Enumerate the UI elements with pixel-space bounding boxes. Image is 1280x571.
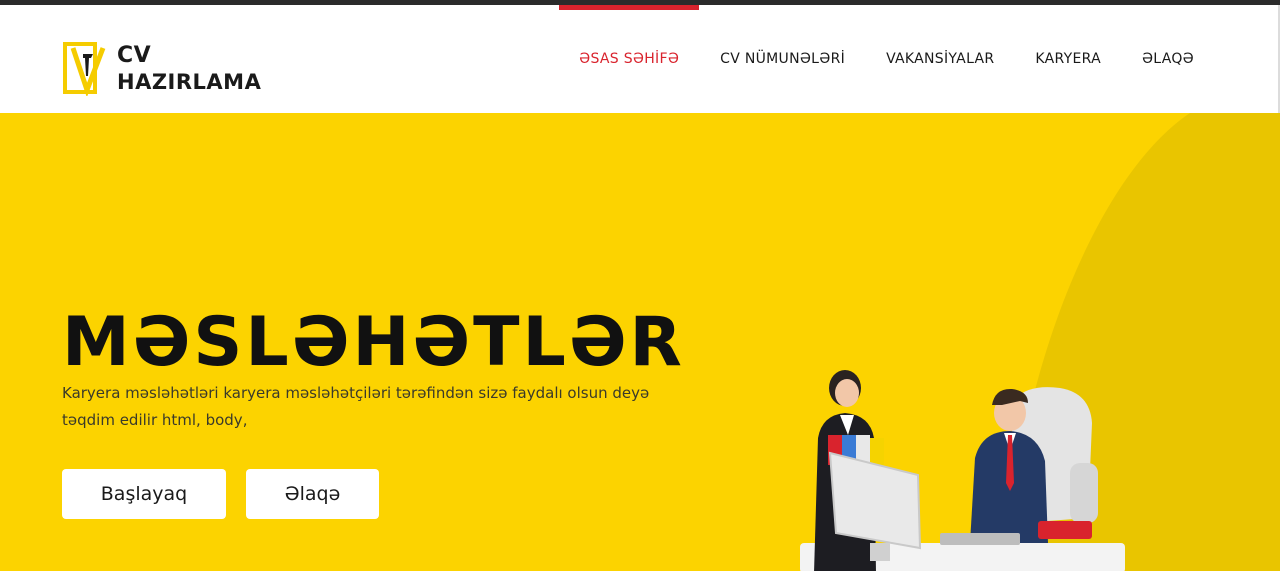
logo-line-1: CV: [117, 43, 152, 68]
contact-button[interactable]: Əlaqə: [246, 469, 379, 519]
nav-item-home[interactable]: ƏSAS SƏHİFƏ: [559, 5, 700, 113]
hero-title: MƏSLƏHƏTLƏR: [62, 303, 685, 382]
logo-text: CV HAZIRLAMA: [117, 43, 261, 95]
hero-section: MƏSLƏHƏTLƏR Karyera məsləhətləri karyera…: [0, 113, 1280, 571]
nav-item-contact[interactable]: ƏLAQƏ: [1142, 5, 1194, 113]
site-header: CV HAZIRLAMA ƏSAS SƏHİFƏ CV NÜMUNƏLƏRİ V…: [0, 5, 1280, 113]
office-workers-illustration: [800, 370, 1125, 571]
site-logo[interactable]: CV HAZIRLAMA: [63, 41, 273, 97]
start-button[interactable]: Başlayaq: [62, 469, 226, 519]
cv-logo-icon: [63, 42, 106, 96]
main-nav: ƏSAS SƏHİFƏ CV NÜMUNƏLƏRİ VAKANSİYALAR K…: [538, 5, 1194, 113]
nav-item-vacancies[interactable]: VAKANSİYALAR: [886, 5, 994, 113]
nav-item-cv-samples[interactable]: CV NÜMUNƏLƏRİ: [720, 5, 845, 113]
hero-subtitle: Karyera məsləhətləri karyera məsləhətçil…: [62, 384, 650, 429]
nav-item-career[interactable]: KARYERA: [1035, 5, 1101, 113]
logo-line-2: HAZIRLAMA: [117, 70, 262, 94]
